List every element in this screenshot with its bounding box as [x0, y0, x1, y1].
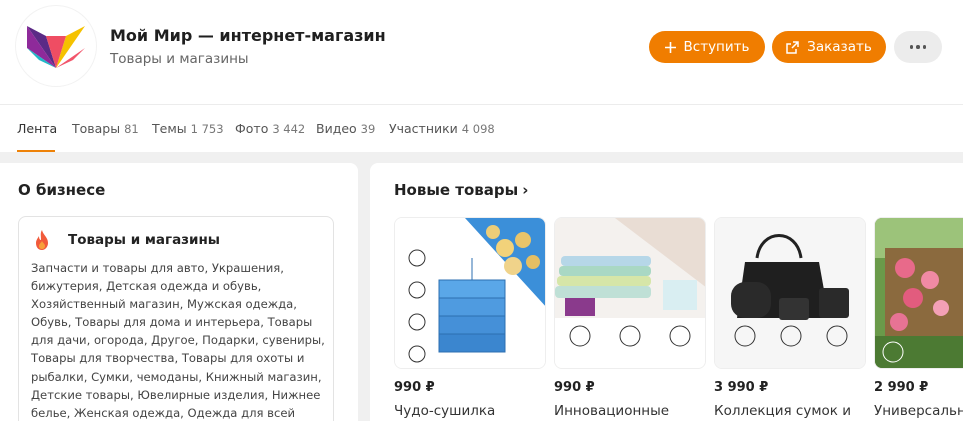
tab-photos[interactable]: Фото 3 442 [235, 121, 305, 136]
about-title: О бизнесе [18, 181, 106, 199]
category-description: Запчасти и товары для авто, Украшения, б… [31, 261, 325, 420]
product-image[interactable] [714, 217, 866, 369]
tab-feed[interactable]: Лента [17, 121, 57, 136]
new-goods-panel: Новые товары › 990 ₽ Чудо-сушилка 990 ₽ … [370, 163, 963, 421]
active-tab-indicator [17, 150, 55, 152]
fire-icon [36, 230, 48, 250]
join-button[interactable]: Вступить [649, 31, 765, 63]
plus-icon [664, 41, 676, 53]
group-avatar[interactable] [16, 6, 96, 86]
more-dots-icon [909, 45, 914, 49]
product-photo-dryer [395, 218, 545, 368]
product-card[interactable]: 990 ₽ Инновационные [554, 217, 706, 419]
product-image[interactable] [874, 217, 963, 369]
more-button[interactable] [894, 31, 942, 63]
product-photo-bags [715, 218, 865, 368]
product-price: 3 990 ₽ [714, 380, 769, 395]
order-button-label: Заказать [807, 39, 872, 55]
product-name[interactable]: Инновационные [554, 403, 669, 419]
product-photo-garden [875, 218, 963, 368]
group-tabs: Лента Товары 81 Темы 1 753 Фото 3 442 Ви… [0, 104, 963, 152]
category-card: Товары и магазины Запчасти и товары для … [18, 216, 334, 421]
product-photo-towels [555, 218, 705, 368]
chevron-right-icon: › [522, 181, 529, 199]
product-image[interactable] [554, 217, 706, 369]
group-title[interactable]: Мой Мир — интернет-магазин [110, 26, 386, 45]
tab-topics[interactable]: Темы 1 753 [152, 121, 224, 136]
product-card[interactable]: 2 990 ₽ Универсальн [874, 217, 963, 419]
product-card[interactable]: 3 990 ₽ Коллекция сумок и [714, 217, 866, 419]
product-name[interactable]: Коллекция сумок и [714, 403, 851, 419]
about-business-panel: О бизнесе Товары и магазины Запчасти и т… [0, 163, 358, 421]
product-name[interactable]: Чудо-сушилка [394, 403, 495, 419]
tab-members[interactable]: Участники 4 098 [389, 121, 495, 136]
category-card-title: Товары и магазины [68, 232, 221, 248]
group-header: Мой Мир — интернет-магазин Товары и мага… [0, 0, 963, 104]
mymir-logo-icon [27, 24, 85, 68]
product-image[interactable] [394, 217, 546, 369]
product-price: 2 990 ₽ [874, 380, 929, 395]
new-goods-title[interactable]: Новые товары › [394, 181, 528, 199]
group-category[interactable]: Товары и магазины [110, 51, 249, 67]
tab-videos[interactable]: Видео 39 [316, 121, 375, 136]
product-price: 990 ₽ [394, 380, 435, 395]
order-button[interactable]: Заказать [772, 31, 886, 63]
product-card[interactable]: 990 ₽ Чудо-сушилка [394, 217, 546, 419]
product-price: 990 ₽ [554, 380, 595, 395]
product-name[interactable]: Универсальн [874, 403, 963, 419]
join-button-label: Вступить [683, 39, 750, 55]
tab-goods[interactable]: Товары 81 [72, 121, 139, 136]
external-link-icon [786, 40, 799, 54]
